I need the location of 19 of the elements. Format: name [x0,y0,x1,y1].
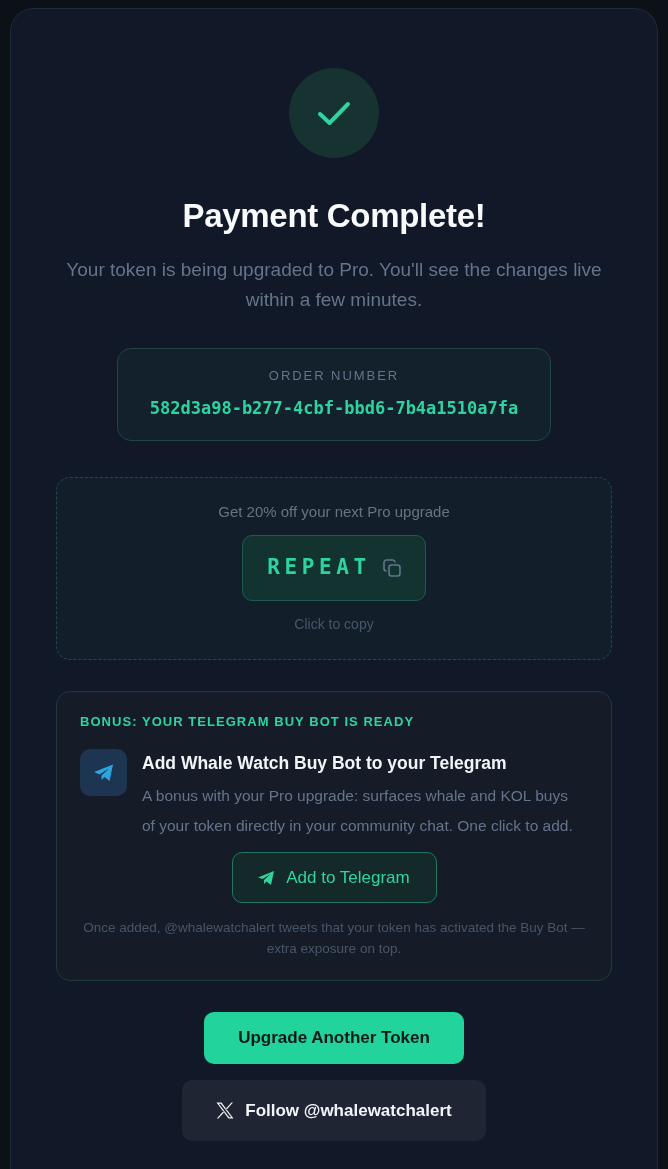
add-to-telegram-button[interactable]: Add to Telegram [231,852,437,903]
follow-button[interactable]: Follow @whalewatchalert [182,1080,486,1141]
paper-plane-icon [258,870,275,885]
promo-code-button[interactable]: REPEAT [242,535,426,601]
x-logo-icon [216,1102,235,1119]
paper-plane-icon [80,749,127,796]
upgrade-button[interactable]: Upgrade Another Token [204,1012,464,1064]
page-title: Payment Complete! [182,196,486,236]
order-number: 582d3a98-b277-4cbf-bbd6-7b4a1510a7fa [149,397,519,419]
bonus-title: Add Whale Watch Buy Bot to your Telegram [142,752,508,774]
bonus-note: Once added, @whalewatchalert tweets that your token has activated the Buy Bot — extra exposure on top. [82,919,586,958]
checkmark-icon [289,68,379,158]
bonus-description: A bonus with your Pro upgrade: surfaces whale and KOL buys of your token directly in your community chat. One click to add. [142,786,574,836]
bonus-heading: BONUS: YOUR TELEGRAM BUY BOT IS READY [80,714,415,730]
copy-hint: Click to copy [294,615,374,634]
order-number-label: ORDER NUMBER [268,368,400,384]
status-message: Your token is being upgraded to Pro. You'll see the changes live within a few minutes. [65,258,603,312]
copy-icon [382,559,401,577]
promo-caption: Get 20% off your next Pro upgrade [218,502,450,522]
